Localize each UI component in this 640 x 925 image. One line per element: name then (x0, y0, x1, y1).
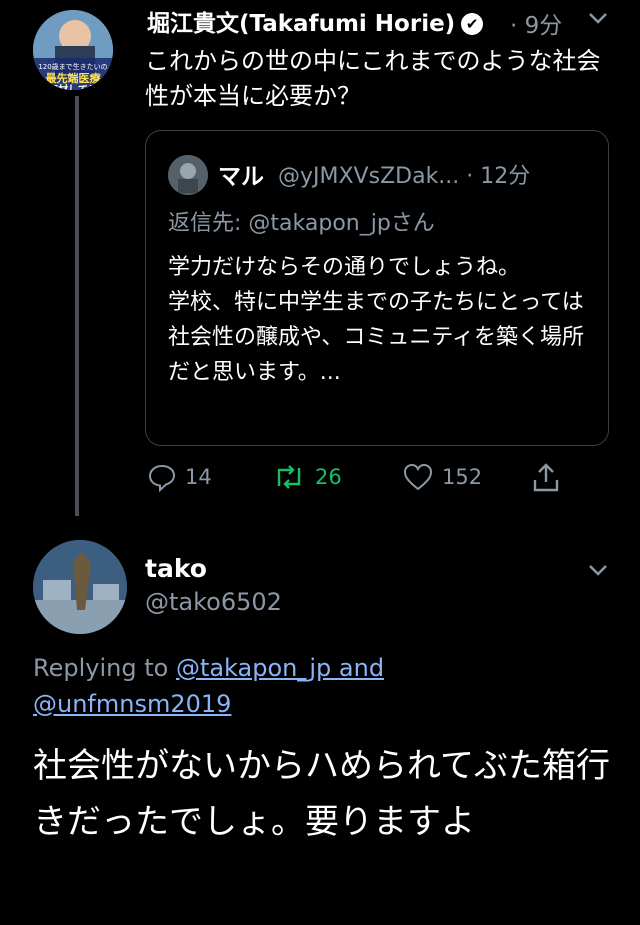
replying-user-link[interactable]: @takapon_jp and (176, 654, 384, 682)
replying-to: Replying to @takapon_jp and @unfmnsm2019 (33, 650, 593, 722)
author-name[interactable]: tako (145, 554, 207, 583)
reply-button[interactable]: 14 (147, 462, 212, 492)
replying-user-link[interactable]: @unfmnsm2019 (33, 690, 231, 718)
retweet-button[interactable]: 26 (271, 462, 342, 492)
like-button[interactable]: 152 (402, 462, 482, 492)
retweet-icon (277, 465, 301, 489)
thread-line (75, 96, 79, 516)
like-count: 152 (442, 465, 483, 489)
avatar[interactable]: 120歳まで生きたいので、 最先端医療 取材してみ (33, 10, 113, 90)
reply-icon (148, 464, 176, 492)
quoted-author-name: マル (218, 164, 264, 190)
quoted-avatar (168, 155, 208, 195)
avatar-image (33, 540, 127, 634)
chevron-down-icon[interactable] (584, 556, 612, 588)
quoted-replying-to: 返信先: @takapon_jpさん (168, 211, 435, 236)
reply-count: 14 (185, 465, 212, 489)
verified-badge-icon: ✔ (461, 13, 484, 35)
tweet-text: 社会性がないからハめられてぶた箱行きだったでしょ。要りますよ (33, 746, 610, 842)
quoted-handle-time: @yJMXVsZDak... · 12分 (278, 164, 531, 189)
quoted-text: 学力だけならその通りでしょうね。 学校、特に中学生までの子たちにとっては社会性の… (168, 255, 585, 385)
author-name-text: 堀江貴文(Takafumi Horie) (147, 11, 456, 37)
avatar-caption-3: 取材してみ (33, 81, 113, 90)
avatar[interactable] (33, 540, 127, 634)
tweet-time[interactable]: · 9分 (510, 6, 562, 40)
chevron-down-icon[interactable] (584, 4, 612, 36)
tweet-text: これからの世の中にこれまでのような社会性が本当に必要か？ (145, 47, 601, 110)
retweet-count: 26 (315, 465, 342, 489)
author-name[interactable]: 堀江貴文(Takafumi Horie) ✔ (147, 4, 484, 38)
share-button[interactable] (530, 462, 562, 494)
heart-icon (403, 463, 433, 491)
share-icon (533, 463, 559, 492)
author-handle[interactable]: @tako6502 (145, 588, 282, 616)
replying-prefix: Replying to (33, 654, 176, 682)
